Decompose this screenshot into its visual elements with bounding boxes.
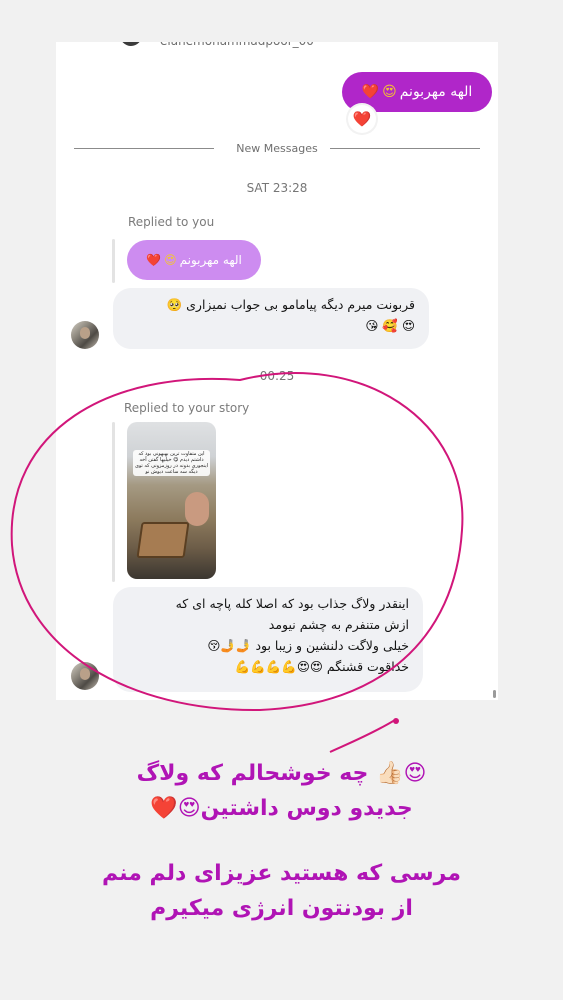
caption-line: از بودنتون انرژی میکیرم bbox=[150, 896, 413, 921]
annotation-overlay bbox=[10, 372, 464, 753]
caption-line: 😍👍🏻 چه خوشحالم که ولاگ bbox=[136, 761, 427, 786]
caption-line: مرسی که هستید عزیزای دلم منم bbox=[102, 861, 461, 886]
caption-top: 😍👍🏻 چه خوشحالم که ولاگ جدیدو دوس داشتین😍… bbox=[0, 756, 563, 826]
caption-line: جدیدو دوس داشتین😍❤️ bbox=[150, 796, 413, 821]
annotation-dot bbox=[393, 718, 399, 724]
caption-bottom: مرسی که هستید عزیزای دلم منم از بودنتون … bbox=[0, 856, 563, 926]
annotation-circle bbox=[10, 372, 464, 712]
annotation-arrow-line bbox=[329, 719, 396, 753]
